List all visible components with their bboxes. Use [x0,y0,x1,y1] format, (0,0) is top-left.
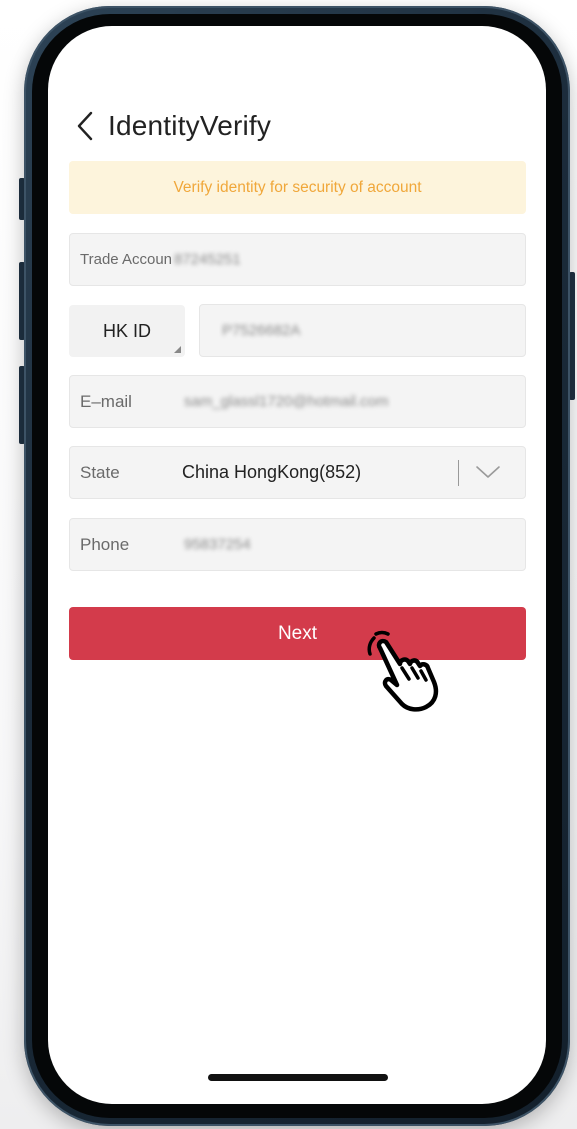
phone-value: 95837254 [184,536,251,553]
id-number-value: P7526682A [222,322,301,339]
id-type-select[interactable]: HK ID [69,305,185,357]
phone-field[interactable]: Phone 95837254 [69,518,526,571]
page-title: IdentityVerify [108,110,272,141]
id-number-field[interactable]: P7526682A [199,304,526,357]
page-header: IdentityVerify [72,106,271,146]
trade-account-label: Trade Accoun [80,251,172,268]
email-label: E–mail [80,391,132,411]
state-value: China HongKong(852) [182,462,362,482]
trade-account-field[interactable]: Trade Accoun 87245251 [69,233,526,286]
trade-account-value: 87245251 [174,251,241,268]
chevron-left-icon[interactable] [72,111,98,141]
email-value: sam_glassl1720@hotmail.com [184,393,389,410]
stage: IdentityVerify Verify identity for secur… [0,0,577,1129]
chevron-down-icon[interactable] [475,461,501,483]
state-label: State [80,462,120,482]
phone-screen: IdentityVerify Verify identity for secur… [48,26,546,1104]
hand-pointer-icon [367,630,439,712]
security-notice-text: Verify identity for security of account [173,178,422,196]
email-field[interactable]: E–mail sam_glassl1720@hotmail.com [69,375,526,428]
state-divider [458,460,459,486]
next-button[interactable]: Next [69,607,526,660]
state-select[interactable]: State China HongKong(852) [69,446,526,499]
phone-frame: IdentityVerify Verify identity for secur… [24,6,570,1126]
corner-triangle-icon [174,346,181,353]
home-indicator[interactable] [208,1074,388,1081]
id-type-value: HK ID [102,320,151,341]
security-notice-banner: Verify identity for security of account [69,161,526,214]
phone-label: Phone [80,534,130,554]
